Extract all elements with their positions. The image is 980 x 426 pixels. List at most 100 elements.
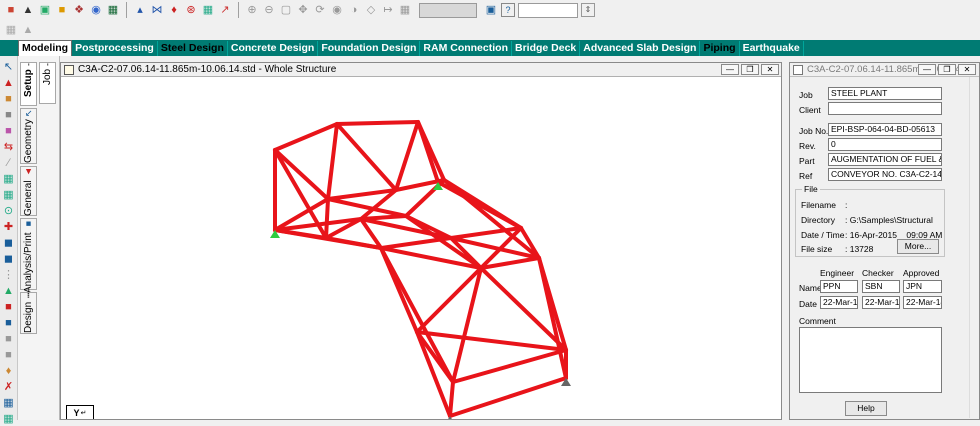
- surface-cursor-icon[interactable]: ■: [2, 124, 16, 138]
- tab-piping[interactable]: Piping: [700, 41, 740, 56]
- circular-icon[interactable]: ⊙: [2, 204, 16, 218]
- node-cursor-icon[interactable]: ↖: [2, 60, 16, 74]
- mirror-icon[interactable]: ⇆: [2, 140, 16, 154]
- vtab-analysis-print[interactable]: Analysis/Print ■: [20, 218, 37, 293]
- split-icon[interactable]: ◼: [2, 252, 16, 266]
- more-button[interactable]: More...: [897, 239, 939, 254]
- engineer-date-field[interactable]: 22-Mar-14: [820, 296, 858, 309]
- insert-node-icon[interactable]: ▲: [2, 284, 16, 298]
- ref-field[interactable]: CONVEYOR NO. C3A-C2-14.860m S: [828, 168, 942, 181]
- zoom-in-icon[interactable]: ⊕: [245, 3, 259, 17]
- plate-cursor-icon[interactable]: ■: [2, 92, 16, 106]
- load-case-dropdown[interactable]: [419, 2, 477, 18]
- help-button[interactable]: Help: [845, 401, 887, 416]
- member-line[interactable]: [448, 380, 455, 418]
- delete-icon[interactable]: ■: [2, 300, 16, 314]
- engineer-name-field[interactable]: PPN: [820, 280, 858, 293]
- structure-window-titlebar[interactable]: C3A-C2-07.06.14-11.865m-10.06.14.std - W…: [61, 63, 781, 77]
- checker-date-field[interactable]: 22-Mar-14: [862, 296, 900, 309]
- zoom-window-icon[interactable]: ▢: [279, 3, 293, 17]
- vtab-setup[interactable]: Setup ‐: [20, 62, 37, 106]
- move-icon[interactable]: ✚: [2, 220, 16, 234]
- node-icon[interactable]: ⋈: [150, 3, 164, 17]
- snap-icon[interactable]: ♦: [167, 3, 181, 17]
- label-icon[interactable]: ▦: [398, 3, 412, 17]
- vtab-design[interactable]: Design ┅: [20, 292, 37, 334]
- shade-icon[interactable]: ◑: [347, 3, 361, 17]
- node-numbers-icon[interactable]: ▦: [2, 396, 16, 410]
- geometry-icon[interactable]: ⊛: [184, 3, 198, 17]
- vtab-geometry[interactable]: Geometry ↖: [20, 108, 37, 164]
- member-line[interactable]: [436, 180, 523, 230]
- tab-postprocessing[interactable]: Postprocessing: [72, 41, 158, 56]
- load-icon[interactable]: ■: [2, 348, 16, 362]
- restore-button[interactable]: ❐: [741, 64, 759, 75]
- solid-cursor-icon[interactable]: ■: [2, 108, 16, 122]
- truss-model[interactable]: [61, 78, 781, 424]
- panel-scrollbar[interactable]: [969, 77, 978, 418]
- approved-date-field[interactable]: 22-Mar-14: [903, 296, 942, 309]
- add-beam-icon[interactable]: ◼: [2, 236, 16, 250]
- structure-viewport[interactable]: Y ↵: [61, 78, 781, 424]
- member-line[interactable]: [324, 197, 330, 240]
- close-button[interactable]: ✕: [958, 64, 976, 75]
- snap-grid-icon[interactable]: ▦: [2, 172, 16, 186]
- property-icon[interactable]: ■: [2, 332, 16, 346]
- tab-foundation-design[interactable]: Foundation Design: [318, 41, 421, 56]
- member-line[interactable]: [451, 348, 568, 384]
- value-field[interactable]: [518, 2, 578, 18]
- client-field[interactable]: [828, 102, 942, 115]
- beam-cursor-icon[interactable]: ▲: [2, 76, 16, 90]
- folder-icon[interactable]: ■: [55, 3, 69, 17]
- tab-earthquake[interactable]: Earthquake: [740, 41, 804, 56]
- structure-window[interactable]: C3A-C2-07.06.14-11.865m-10.06.14.std - W…: [60, 62, 782, 424]
- tools-icon[interactable]: ❖: [72, 3, 86, 17]
- member-line[interactable]: [335, 120, 420, 126]
- select-icon[interactable]: ▦: [4, 23, 18, 37]
- jobno-field[interactable]: EPI-BSP-064-04-BD-05613: [828, 123, 942, 136]
- member-line[interactable]: [448, 376, 568, 418]
- member-line[interactable]: [416, 120, 446, 182]
- beam-numbers-icon[interactable]: ▦: [2, 412, 16, 426]
- comment-textarea[interactable]: [799, 327, 942, 393]
- part-field[interactable]: AUGMENTATION OF FUEL & FLUX: [828, 153, 942, 166]
- member-line[interactable]: [273, 148, 330, 201]
- table-icon[interactable]: ▦: [201, 3, 215, 17]
- member-line[interactable]: [335, 122, 398, 192]
- vtab-general[interactable]: General ▲: [20, 166, 37, 216]
- dimension-icon[interactable]: ↦: [381, 3, 395, 17]
- zoom-out-icon[interactable]: ⊖: [262, 3, 276, 17]
- spinner-icon[interactable]: ⇕: [581, 3, 595, 17]
- break-icon[interactable]: ✗: [2, 380, 16, 394]
- member-line[interactable]: [537, 256, 568, 380]
- pen-icon[interactable]: ↗: [218, 3, 232, 17]
- approved-name-field[interactable]: JPN: [903, 280, 942, 293]
- grid-icon[interactable]: ▦: [106, 3, 120, 17]
- renumber-icon[interactable]: ■: [2, 316, 16, 330]
- pan-icon[interactable]: ✥: [296, 3, 310, 17]
- restore-button[interactable]: ❐: [938, 64, 956, 75]
- pointer-icon[interactable]: ▲: [21, 3, 35, 17]
- tab-steel-design[interactable]: Steel Design: [158, 41, 228, 56]
- tab-concrete-design[interactable]: Concrete Design: [228, 41, 319, 56]
- beam-icon[interactable]: ▲: [21, 23, 35, 37]
- palette-icon[interactable]: ■: [4, 3, 18, 17]
- minimize-button[interactable]: —: [918, 64, 936, 75]
- member-line[interactable]: [451, 266, 483, 384]
- member-line[interactable]: [379, 246, 455, 384]
- help-icon[interactable]: ?: [501, 3, 515, 17]
- member-line[interactable]: [326, 122, 339, 201]
- disk-icon[interactable]: ▣: [484, 3, 498, 17]
- tab-ram-connection[interactable]: RAM Connection: [420, 41, 512, 56]
- rotate-icon[interactable]: ⟳: [313, 3, 327, 17]
- chain-icon[interactable]: ♦: [2, 364, 16, 378]
- translational-icon[interactable]: ▦: [2, 188, 16, 202]
- job-field[interactable]: STEEL PLANT: [828, 87, 942, 100]
- connect-icon[interactable]: ⋮: [2, 268, 16, 282]
- chart-icon[interactable]: ▣: [38, 3, 52, 17]
- sphere-icon[interactable]: ◉: [89, 3, 103, 17]
- member-line[interactable]: [394, 120, 420, 192]
- minimize-button[interactable]: —: [721, 64, 739, 75]
- tab-bridge-deck[interactable]: Bridge Deck: [512, 41, 581, 56]
- member-line[interactable]: [415, 330, 568, 352]
